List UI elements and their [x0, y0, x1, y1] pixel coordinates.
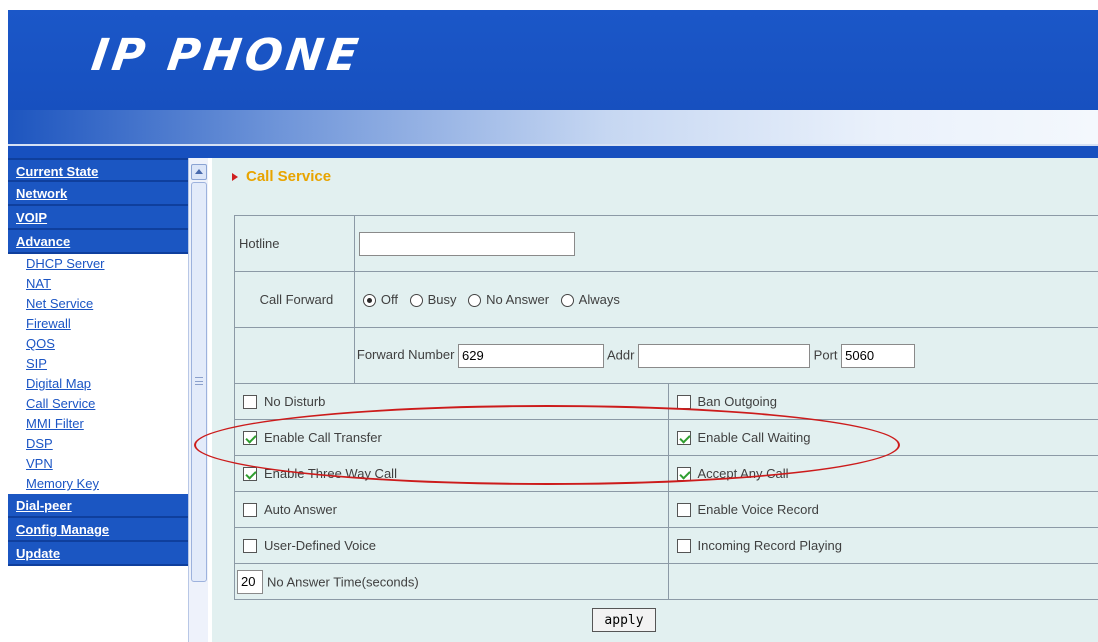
nav-sub-mmi-filter[interactable]: MMI Filter: [8, 414, 188, 434]
hotline-input-cell: [353, 215, 1098, 272]
nav-sub-call-service[interactable]: Call Service: [8, 394, 188, 414]
radio-forward-off[interactable]: [362, 294, 376, 308]
incoming-record-playing-label: Incoming Record Playing: [697, 538, 843, 554]
page: IP PHONE Current State Network VOIP Adva…: [0, 0, 1098, 642]
incoming-record-playing-checkbox[interactable]: [676, 539, 691, 554]
voice-record-checkbox[interactable]: [676, 503, 691, 518]
radio-forward-busy[interactable]: [409, 294, 423, 308]
option-no-disturb: No Disturb: [234, 383, 669, 420]
apply-button[interactable]: apply: [592, 608, 656, 632]
option-auto-answer: Auto Answer: [234, 491, 669, 528]
forward-addr-input[interactable]: [638, 343, 811, 368]
header-banner: IP PHONE: [8, 10, 1098, 110]
no-answer-time-input[interactable]: [237, 569, 263, 594]
nav-sub-digital-map[interactable]: Digital Map: [8, 374, 188, 394]
nav-sub-qos[interactable]: QOS: [8, 334, 188, 354]
call-transfer-label: Enable Call Transfer: [264, 430, 382, 446]
radio-forward-no-answer[interactable]: [468, 294, 482, 308]
call-forward-options: Off Busy No Answer Always: [353, 271, 1098, 328]
call-transfer-checkbox[interactable]: [243, 431, 257, 446]
option-user-defined-voice: User-Defined Voice: [234, 527, 669, 564]
scroll-thumb[interactable]: [191, 182, 207, 582]
nav-dial-peer[interactable]: Dial-peer: [8, 494, 188, 518]
nav-current-state[interactable]: Current State: [8, 158, 188, 182]
accept-any-call-label: Accept Any Call: [697, 466, 789, 482]
sidebar-scrollbar[interactable]: [188, 158, 208, 642]
header-gradient-bar: [8, 110, 1098, 144]
radio-forward-off-label: Off: [380, 291, 398, 307]
empty-cell: [667, 563, 1098, 600]
nav-sub-firewall[interactable]: Firewall: [8, 314, 188, 334]
nav-sub-sip[interactable]: SIP: [8, 354, 188, 374]
no-answer-time-label: No Answer Time(seconds): [267, 574, 419, 589]
auto-answer-label: Auto Answer: [264, 502, 337, 518]
option-call-waiting: Enable Call Waiting: [667, 419, 1098, 456]
forward-fields-cell: Forward Number Addr Port: [353, 327, 1098, 384]
user-defined-voice-label: User-Defined Voice: [264, 538, 376, 554]
sidebar: Current State Network VOIP Advance DHCP …: [8, 158, 188, 642]
forward-empty-cell: [234, 327, 355, 384]
accept-any-call-checkbox[interactable]: [676, 467, 691, 482]
forward-number-input[interactable]: [458, 343, 605, 368]
nav-network[interactable]: Network: [8, 182, 188, 206]
call-waiting-checkbox[interactable]: [676, 431, 691, 446]
nav-sub-memory-key[interactable]: Memory Key: [8, 474, 188, 494]
nav-sub-vpn[interactable]: VPN: [8, 454, 188, 474]
no-disturb-checkbox[interactable]: [243, 395, 257, 410]
no-disturb-label: No Disturb: [264, 394, 326, 410]
arrow-right-icon: [232, 173, 238, 182]
radio-forward-no-answer-label: No Answer: [486, 291, 550, 307]
voice-record-label: Enable Voice Record: [697, 502, 819, 518]
forward-addr-label: Addr: [606, 346, 635, 362]
option-incoming-record-playing: Incoming Record Playing: [667, 527, 1098, 564]
three-way-call-label: Enable Three Way Call: [264, 466, 397, 482]
logo: IP PHONE: [88, 30, 365, 81]
scroll-grip-icon: [195, 377, 203, 385]
radio-forward-always-label: Always: [578, 291, 620, 307]
option-call-transfer: Enable Call Transfer: [234, 419, 669, 456]
hotline-label: Hotline: [239, 236, 280, 251]
option-accept-any-call: Accept Any Call: [667, 455, 1098, 492]
call-forward-label: Call Forward: [259, 292, 334, 307]
nav-config-manage[interactable]: Config Manage: [8, 518, 188, 542]
hotline-label-cell: Hotline: [234, 215, 355, 272]
main-panel: Call Service Hotline Call Forward Off Bu…: [212, 158, 1098, 642]
forward-port-label: Port: [813, 346, 838, 362]
nav-sub-nat[interactable]: NAT: [8, 274, 188, 294]
nav-update[interactable]: Update: [8, 542, 188, 566]
ban-outgoing-label: Ban Outgoing: [697, 394, 778, 410]
auto-answer-checkbox[interactable]: [243, 503, 257, 518]
section-title: Call Service: [232, 168, 331, 185]
nav-sub-dhcp-server[interactable]: DHCP Server: [8, 254, 188, 274]
call-service-form: Hotline Call Forward Off Busy No Answer …: [234, 215, 1098, 600]
nav-voip[interactable]: VOIP: [8, 206, 188, 230]
nav-advance[interactable]: Advance: [8, 230, 188, 254]
three-way-call-checkbox[interactable]: [243, 467, 257, 482]
call-forward-label-cell: Call Forward: [234, 271, 355, 328]
user-defined-voice-checkbox[interactable]: [243, 539, 257, 554]
nav-sub-net-service[interactable]: Net Service: [8, 294, 188, 314]
ban-outgoing-checkbox[interactable]: [676, 395, 691, 410]
option-ban-outgoing: Ban Outgoing: [667, 383, 1098, 420]
section-title-text: Call Service: [246, 168, 332, 185]
call-waiting-label: Enable Call Waiting: [697, 430, 811, 446]
no-answer-time-cell: No Answer Time(seconds): [234, 563, 669, 600]
radio-forward-busy-label: Busy: [427, 291, 457, 307]
forward-number-label: Forward Number: [356, 346, 455, 362]
scroll-up-arrow-icon[interactable]: [191, 164, 207, 180]
option-three-way-call: Enable Three Way Call: [234, 455, 669, 492]
forward-port-input[interactable]: [841, 343, 916, 368]
radio-forward-always[interactable]: [560, 294, 574, 308]
header-divider: [8, 144, 1098, 158]
hotline-input[interactable]: [358, 231, 575, 256]
option-voice-record: Enable Voice Record: [667, 491, 1098, 528]
nav-sub-dsp[interactable]: DSP: [8, 434, 188, 454]
